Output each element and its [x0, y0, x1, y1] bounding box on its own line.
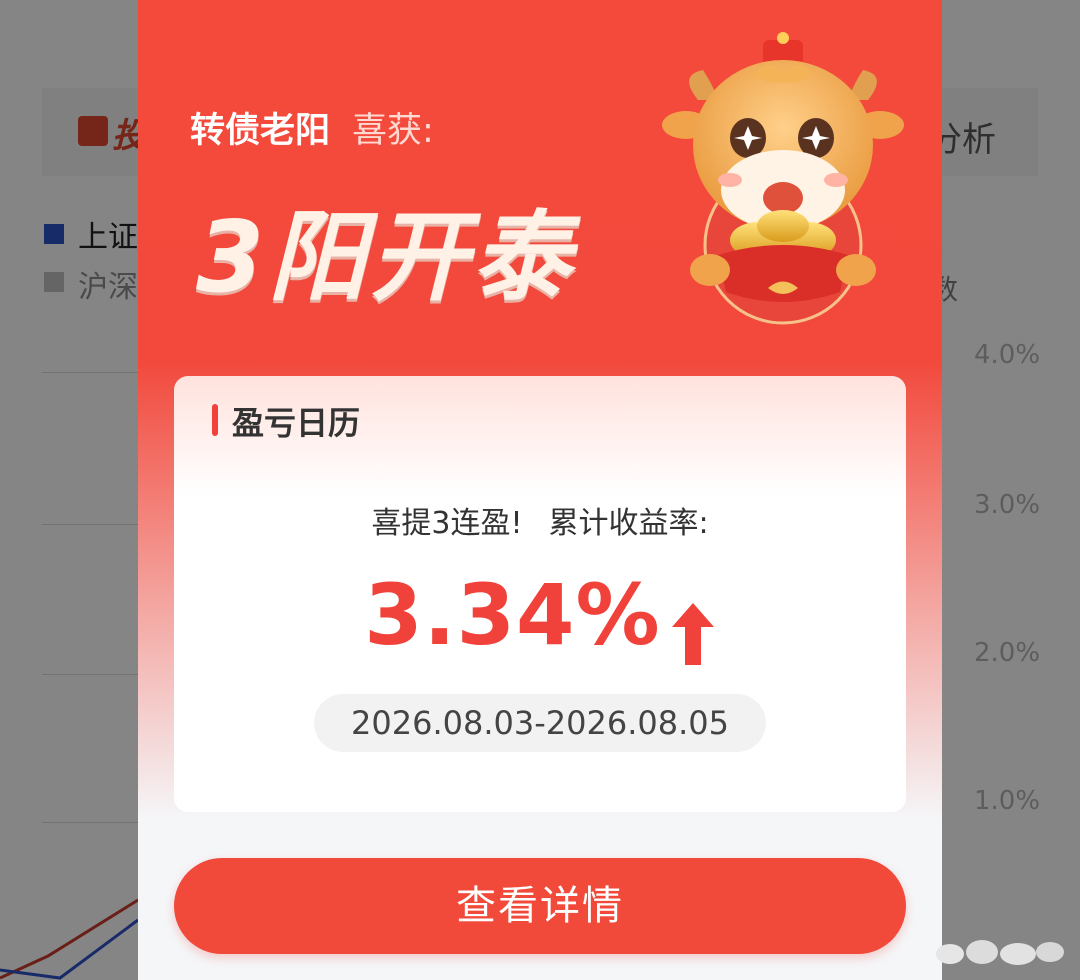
header-suffix: 喜获:	[352, 111, 434, 151]
modal-header: 转债老阳 喜获:	[190, 102, 590, 152]
arrow-up-icon	[671, 602, 714, 665]
card-title: 盈亏日历	[232, 404, 361, 442]
watermark-icon	[936, 940, 1064, 965]
ox-mascot-icon	[662, 32, 904, 325]
streak-text: 喜提3连盈!	[371, 506, 523, 541]
date-range: 2026.08.03-2026.08.05	[314, 694, 766, 752]
card-title-marker	[212, 404, 218, 436]
user-name: 转债老阳	[190, 111, 331, 151]
pnl-calendar-card: 盈亏日历 喜提3连盈! 累计收益率: 3.34% 2026.08.03-2026.…	[174, 376, 906, 812]
cumulative-return-label: 累计收益率:	[548, 506, 709, 541]
achievement-title: 3阳开泰	[196, 201, 575, 315]
card-subtitle: 喜提3连盈! 累计收益率:	[174, 498, 906, 542]
view-details-button[interactable]: 查看详情	[174, 858, 906, 954]
return-rate-row: 3.34%	[174, 566, 906, 667]
achievement-modal: 转债老阳 喜获: 3阳开泰 盈亏日历 喜提3连盈! 累计收益率: 3.34% 2…	[138, 0, 942, 980]
return-rate-value: 3.34%	[364, 566, 661, 664]
